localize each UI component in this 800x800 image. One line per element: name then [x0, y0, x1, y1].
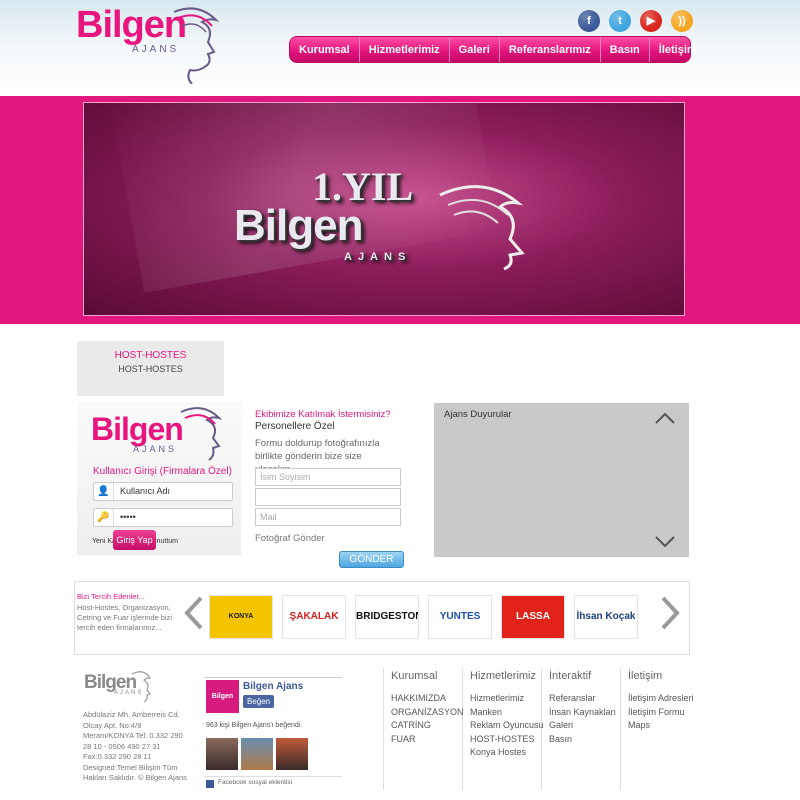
facebook-widget: Bilgen Bilgen Ajans Beğen 963 kişi Bilge… [204, 677, 342, 790]
logo-face-icon [173, 7, 220, 84]
footer-link[interactable]: FUAR [391, 733, 465, 747]
key-icon: 🔑 [94, 509, 114, 526]
main-nav: Kurumsal Hizmetlerimiz Galeri Referansla… [289, 36, 697, 63]
footer-column-title: İletişim [628, 670, 663, 682]
references-title: Bizi Tercih Edenler... [77, 592, 145, 601]
facebook-divider [204, 776, 342, 777]
nav-galeri[interactable]: Galeri [450, 37, 500, 62]
footer-link[interactable]: Galeri [549, 719, 623, 733]
facebook-like-count: 963 kişi Bilgen Ajans'ı beğendi. [206, 722, 303, 729]
footer-link[interactable]: CATRİNG [391, 719, 465, 733]
footer-link[interactable]: İletişim Adresleri [628, 692, 702, 706]
footer-link[interactable]: İletişim Formu [628, 706, 702, 720]
footer-link[interactable]: Konya Hostes [470, 746, 544, 760]
login-button[interactable]: Giriş Yap [113, 530, 156, 550]
footer-link[interactable]: İnsan Kaynakları [549, 706, 623, 720]
name-input[interactable]: İsim Soyisim [255, 468, 401, 486]
footer-column-title: Kurumsal [391, 670, 438, 682]
facebook-page-name[interactable]: Bilgen Ajans [243, 681, 303, 692]
nav-basin[interactable]: Basın [601, 37, 650, 62]
facebook-fan-avatar[interactable] [206, 738, 238, 770]
user-icon: 👤 [94, 483, 114, 500]
facebook-fan-avatar[interactable] [276, 738, 308, 770]
nav-iletisim[interactable]: İletişim [650, 37, 706, 62]
facebook-plugin-label: Facebook sosyal eklentisi [218, 779, 293, 786]
username-field[interactable]: 👤 Kullanıcı Adı [93, 482, 233, 501]
login-panel: Bilgen AJANS Kullanıcı Girişi (Firmalara… [77, 402, 241, 555]
login-face-icon [180, 407, 223, 461]
host-subtitle: HOST-HOSTES [118, 364, 183, 374]
announcements-title: Ajans Duyurular [444, 409, 512, 420]
footer-link-list: Hizmetlerimiz Manken Reklam Oyuncusu HOST-H… [470, 692, 544, 760]
carousel-next-icon[interactable] [659, 596, 681, 630]
footer-link[interactable]: ORGANİZASYON [391, 706, 465, 720]
nav-hizmetlerimiz[interactable]: Hizmetlerimiz [360, 37, 450, 62]
host-hostes-box[interactable]: HOST-HOSTES HOST-HOSTES [77, 341, 224, 396]
nav-kurumsal[interactable]: Kurumsal [290, 37, 360, 62]
facebook-like-label: Beğen [247, 697, 271, 706]
login-heading: Kullanıcı Girişi (Firmalara Özel) [93, 466, 232, 477]
reference-logo[interactable]: İhsan Koçak [574, 595, 638, 639]
announcements-panel: Ajans Duyurular [434, 403, 689, 557]
reference-logo[interactable]: YUNTES [428, 595, 492, 639]
facebook-like-button[interactable]: Beğen [243, 695, 275, 708]
username-value: Kullanıcı Adı [120, 486, 171, 496]
footer-link[interactable]: HAKKIMIZDA [391, 692, 465, 706]
footer-link-list: HAKKIMIZDA ORGANİZASYON CATRİNG FUAR [391, 692, 465, 746]
mail-input[interactable]: Mail [255, 508, 401, 526]
references-description: Host-Hostes, Organizasyon, Cetring ve Fu… [77, 603, 173, 632]
phone-input[interactable] [255, 488, 401, 506]
footer-link[interactable]: Basın [549, 733, 623, 747]
login-logo-subtext: AJANS [133, 444, 178, 454]
password-field[interactable]: 🔑 ••••• [93, 508, 233, 527]
password-value: ••••• [120, 512, 136, 522]
footer-address: Abdülaziz Mh. Amberreis Cd. Olcay Apt. N… [83, 710, 187, 782]
reference-logo[interactable]: ŞAKALAK [282, 595, 346, 639]
reference-logo[interactable]: LASSA [501, 595, 565, 639]
footer-column-title: İnteraktif [549, 670, 592, 682]
banner-slider[interactable]: 1.YIL Bilgen AJANS [83, 102, 685, 316]
nav-referanslarimiz[interactable]: Referanslarımız [500, 37, 601, 62]
footer-column-title: Hizmetlerimiz [470, 670, 536, 682]
photo-upload-label[interactable]: Fotoğraf Gönder [255, 533, 325, 544]
footer-link[interactable]: Reklam Oyuncusu [470, 719, 544, 733]
login-logo-text: Bilgen [91, 411, 184, 447]
banner-logo: 1.YIL Bilgen AJANS [234, 163, 554, 273]
banner-face-icon [439, 185, 525, 271]
twitter-icon[interactable]: t [609, 10, 631, 32]
footer-separator [383, 668, 384, 790]
rss-icon[interactable]: )) [671, 10, 693, 32]
reference-logo[interactable]: BRIDGESTONE [355, 595, 419, 639]
footer-link[interactable]: Manken [470, 706, 544, 720]
carousel-prev-icon[interactable] [183, 596, 205, 630]
footer-link-list: İletişim Adresleri İletişim Formu Maps [628, 692, 702, 733]
facebook-icon [206, 780, 214, 788]
footer-link[interactable]: Maps [628, 719, 702, 733]
banner-line2: Bilgen [234, 201, 363, 250]
youtube-icon[interactable]: ▶ [640, 10, 662, 32]
join-subtitle: Personellere Özel [255, 421, 335, 432]
facebook-fan-avatar[interactable] [241, 738, 273, 770]
footer-link[interactable]: Referanslar [549, 692, 623, 706]
host-title: HOST-HOSTES [114, 350, 187, 361]
footer-face-icon [131, 671, 152, 703]
footer-link-list: Referanslar İnsan Kaynakları Galeri Basın [549, 692, 623, 746]
send-button[interactable]: GÖNDER [339, 551, 404, 568]
join-title: Ekibimize Katılmak İstermisiniz? [255, 409, 391, 420]
scroll-down-icon[interactable] [654, 535, 676, 549]
site-logo[interactable]: Bilgen AJANS [76, 6, 226, 84]
scroll-up-icon[interactable] [654, 411, 676, 425]
facebook-page-avatar[interactable]: Bilgen [206, 680, 239, 713]
reference-logo[interactable]: KONYA BÜYÜKŞEHİR [209, 595, 273, 639]
facebook-icon[interactable]: f [578, 10, 600, 32]
footer-link[interactable]: Hizmetlerimiz [470, 692, 544, 706]
footer-link[interactable]: HOST-HOSTES [470, 733, 544, 747]
banner-line3: AJANS [344, 251, 412, 263]
